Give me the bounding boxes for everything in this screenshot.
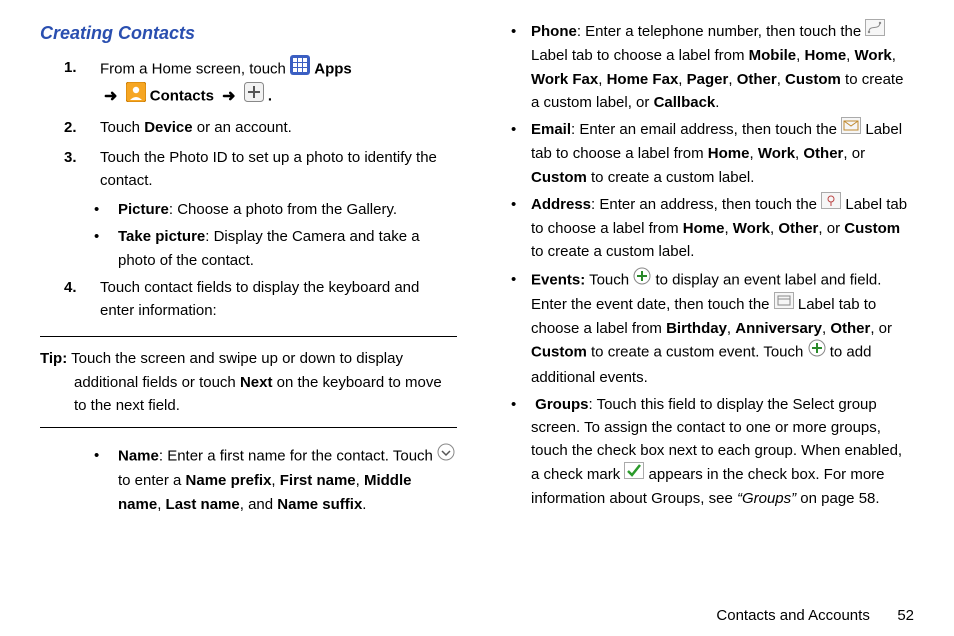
step3-picture: • Picture: Choose a photo from the Galle… [40, 198, 457, 221]
field-events: • Events: Touch to display an event labe… [497, 268, 914, 389]
apps-label: Apps [314, 60, 352, 77]
tip-callout: Tip: Touch the screen and swipe up or do… [40, 336, 457, 428]
label-email-icon [841, 117, 861, 141]
plus-icon [244, 82, 264, 109]
step-2: 2. Touch Device or an account. [40, 116, 457, 139]
plus-circle-icon [808, 339, 826, 364]
page-number: 52 [874, 604, 914, 627]
field-groups: • Groups: Touch this field to display th… [497, 393, 914, 510]
contacts-label: Contacts [150, 88, 214, 105]
section-heading: Creating Contacts [40, 20, 457, 48]
chevron-down-circle-icon [437, 443, 455, 468]
checkmark-icon [624, 462, 644, 486]
contacts-icon [126, 82, 146, 109]
label-address-icon [821, 192, 841, 216]
apps-icon [290, 55, 310, 82]
field-name: • Name: Enter a first name for the conta… [40, 444, 457, 516]
arrow-icon: ➜ [100, 88, 121, 105]
field-phone: • Phone: Enter a telephone number, then … [497, 20, 914, 114]
step-3: 3. Touch the Photo ID to set up a photo … [40, 146, 457, 193]
label-phone-icon [865, 19, 885, 43]
period: . [268, 88, 272, 105]
field-email: • Email: Enter an email address, then to… [497, 118, 914, 189]
arrow-icon: ➜ [218, 88, 239, 105]
page-footer: Contacts and Accounts 52 [0, 600, 954, 627]
step1-text-a: From a Home screen, touch [100, 60, 290, 77]
step3-take-picture: • Take picture: Display the Camera and t… [40, 225, 457, 272]
footer-section: Contacts and Accounts [716, 607, 869, 624]
step-1: 1. From a Home screen, touch Apps ➜ Cont… [40, 56, 457, 111]
label-event-icon [774, 292, 794, 316]
step-4: 4. Touch contact fields to display the k… [40, 276, 457, 323]
plus-circle-icon [633, 267, 651, 292]
field-address: • Address: Enter an address, then touch … [497, 193, 914, 264]
